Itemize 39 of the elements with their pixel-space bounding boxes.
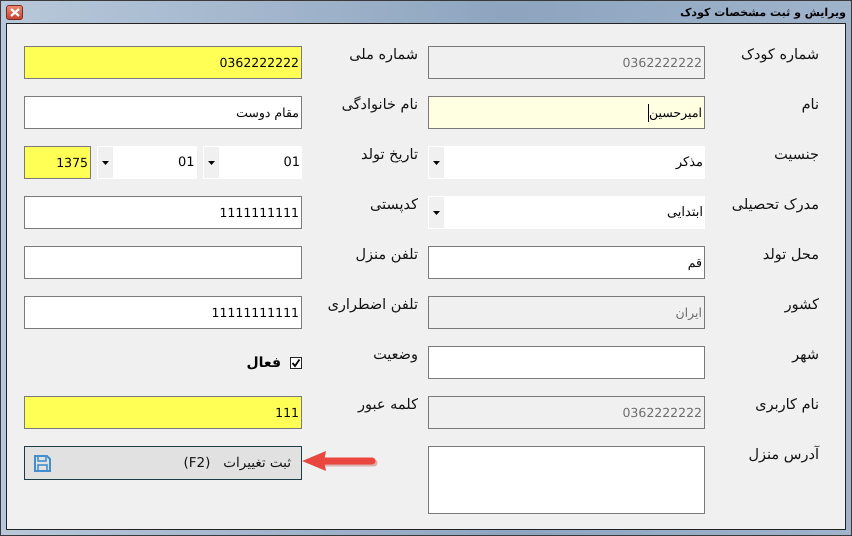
- input-field[interactable]: 0362222222: [24, 46, 302, 79]
- field-label: شهر: [792, 346, 819, 363]
- dropdown[interactable]: 01: [97, 146, 196, 179]
- input-field[interactable]: 11111111111: [24, 296, 302, 329]
- field-label: آدرس منزل: [748, 446, 819, 463]
- field-label: کلمه عبور: [358, 396, 418, 413]
- field-label: مدرک تحصیلی: [732, 196, 819, 213]
- field-label: محل تولد: [762, 246, 819, 263]
- field-label: تاریخ تولد: [360, 146, 418, 163]
- field-label: نام کاربری: [755, 396, 819, 413]
- field-label: تلفن منزل: [356, 246, 418, 263]
- save-button[interactable]: ثبت تغییرات (F2): [24, 446, 302, 480]
- field-label: تلفن اضطراری: [328, 296, 418, 313]
- field-label: کدپستی: [370, 196, 418, 213]
- close-icon: [10, 8, 20, 16]
- field-label: وضعیت: [373, 346, 418, 363]
- field-label: نام خانوادگی: [342, 96, 418, 113]
- field-label: شماره کودک: [741, 46, 819, 63]
- checkbox[interactable]: [290, 356, 302, 368]
- field-label: نام: [802, 96, 819, 113]
- window-title: ویرایش و ثبت مشخصات کودک: [680, 6, 846, 18]
- input-field[interactable]: امیرحسین: [428, 96, 705, 129]
- close-button[interactable]: [6, 4, 23, 20]
- field-label: جنسیت: [774, 146, 819, 163]
- dropdown[interactable]: 01: [202, 146, 302, 179]
- text-cursor: [648, 104, 649, 122]
- text-area[interactable]: [428, 446, 705, 514]
- field-label: کشور: [784, 296, 819, 313]
- input-field[interactable]: 111: [24, 396, 302, 429]
- dropdown[interactable]: مذکر: [428, 146, 705, 179]
- field-label: شماره ملی: [349, 46, 418, 63]
- checkbox-label: فعال: [246, 354, 281, 370]
- input-field[interactable]: 1111111111: [24, 196, 302, 229]
- input-field[interactable]: مقام دوست: [24, 96, 302, 129]
- input-field[interactable]: [24, 246, 302, 279]
- input-field[interactable]: 1375: [24, 146, 91, 179]
- input-field[interactable]: قم: [428, 246, 705, 279]
- dropdown[interactable]: ابتدایی: [428, 196, 705, 229]
- input-field[interactable]: [428, 346, 705, 379]
